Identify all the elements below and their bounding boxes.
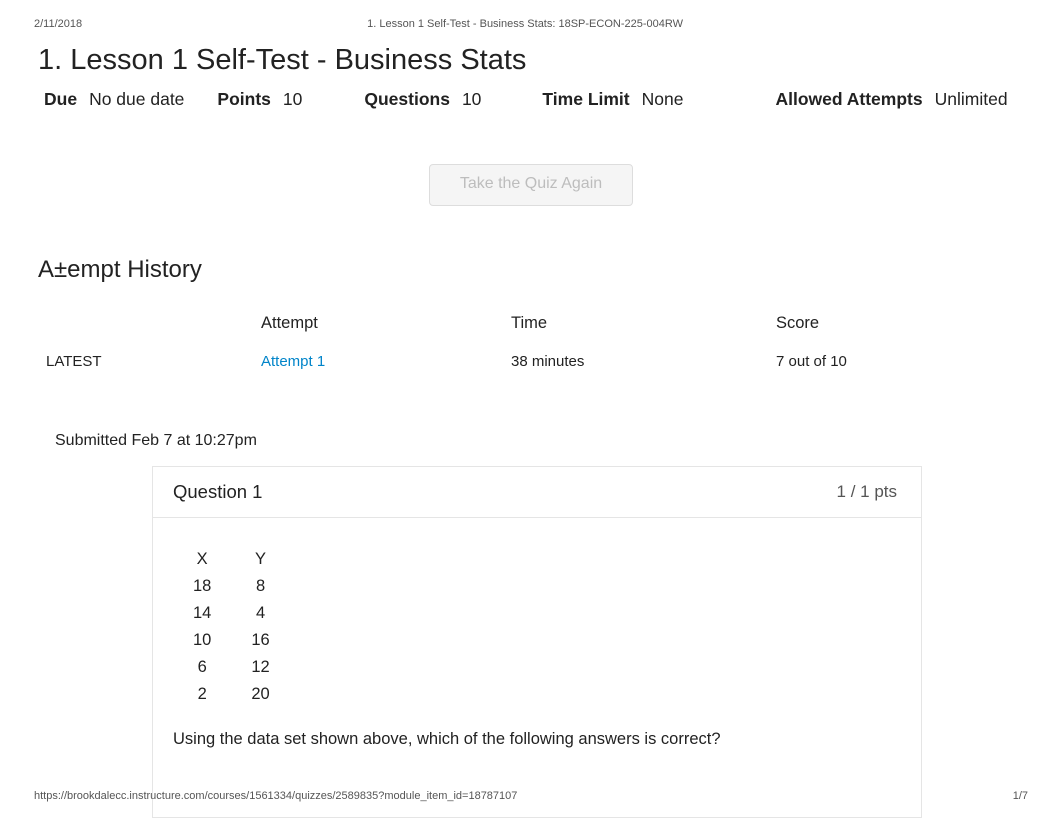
meta-due: Due No due date (44, 89, 184, 110)
xy-cell-y: 16 (231, 627, 289, 654)
xy-cell-y: 4 (231, 600, 289, 627)
column-header-attempt: Attempt (253, 308, 503, 343)
meta-time-limit-value: None (642, 89, 684, 110)
xy-cell-y: 20 (231, 681, 289, 708)
xy-header-x: X (173, 546, 231, 573)
question-points: 1 / 1 pts (837, 482, 897, 502)
header-date: 2/11/2018 (34, 18, 82, 30)
xy-header-y: Y (231, 546, 289, 573)
meta-points-label: Points (217, 89, 270, 110)
column-header-score: Score (768, 308, 1024, 343)
meta-allowed-attempts: Allowed Attempts Unlimited (775, 89, 1007, 110)
page-footer: https://brookdalecc.instructure.com/cour… (34, 790, 1028, 802)
xy-data-table: X Y 18 8 14 4 10 16 6 12 (173, 546, 290, 708)
xy-cell-x: 6 (173, 654, 231, 681)
meta-questions: Questions 10 (364, 89, 481, 110)
xy-cell-x: 14 (173, 600, 231, 627)
meta-allowed-attempts-value: Unlimited (935, 89, 1008, 110)
latest-label: LATEST (38, 343, 253, 380)
xy-cell-y: 8 (231, 573, 289, 600)
page-title: 1. Lesson 1 Self-Test - Business Stats (0, 30, 1062, 89)
question-card: Question 1 1 / 1 pts X Y 18 8 14 4 (152, 466, 922, 818)
take-quiz-again-button[interactable]: Take the Quiz Again (429, 164, 633, 206)
xy-cell-x: 18 (173, 573, 231, 600)
header-doc-title: 1. Lesson 1 Self-Test - Business Stats: … (82, 18, 968, 30)
meta-points: Points 10 (217, 89, 302, 110)
meta-allowed-attempts-label: Allowed Attempts (775, 89, 922, 110)
table-header-row: Attempt Time Score (38, 308, 1024, 343)
meta-due-label: Due (44, 89, 77, 110)
meta-time-limit: Time Limit None (542, 89, 683, 110)
meta-questions-label: Questions (364, 89, 450, 110)
xy-row: 10 16 (173, 627, 290, 654)
column-header-blank (38, 308, 253, 343)
footer-url: https://brookdalecc.instructure.com/cour… (34, 790, 517, 802)
footer-page-number: 1/7 (1013, 790, 1028, 802)
attempt-history-heading: A±empt History (38, 256, 1062, 284)
attempt-history-table: Attempt Time Score LATEST Attempt 1 38 m… (38, 308, 1024, 380)
meta-questions-value: 10 (462, 89, 481, 110)
question-title: Question 1 (173, 481, 262, 503)
question-body: X Y 18 8 14 4 10 16 6 12 (153, 518, 921, 817)
meta-points-value: 10 (283, 89, 302, 110)
submitted-text: Submitted Feb 7 at 10:27pm (0, 380, 1062, 450)
meta-due-value: No due date (89, 89, 184, 110)
xy-row: 14 4 (173, 600, 290, 627)
column-header-time: Time (503, 308, 768, 343)
attempt-link[interactable]: Attempt 1 (261, 353, 325, 370)
attempt-time: 38 minutes (503, 343, 768, 380)
page-header: 2/11/2018 1. Lesson 1 Self-Test - Busine… (0, 0, 1062, 30)
question-header: Question 1 1 / 1 pts (153, 467, 921, 518)
xy-cell-x: 2 (173, 681, 231, 708)
xy-cell-y: 12 (231, 654, 289, 681)
meta-time-limit-label: Time Limit (542, 89, 629, 110)
table-row: LATEST Attempt 1 38 minutes 7 out of 10 (38, 343, 1024, 380)
quiz-meta-bar: Due No due date Points 10 Questions 10 T… (0, 89, 1062, 110)
xy-row: 18 8 (173, 573, 290, 600)
question-prompt: Using the data set shown above, which of… (173, 730, 901, 749)
attempt-score: 7 out of 10 (768, 343, 1024, 380)
xy-cell-x: 10 (173, 627, 231, 654)
xy-row: 2 20 (173, 681, 290, 708)
xy-row: 6 12 (173, 654, 290, 681)
